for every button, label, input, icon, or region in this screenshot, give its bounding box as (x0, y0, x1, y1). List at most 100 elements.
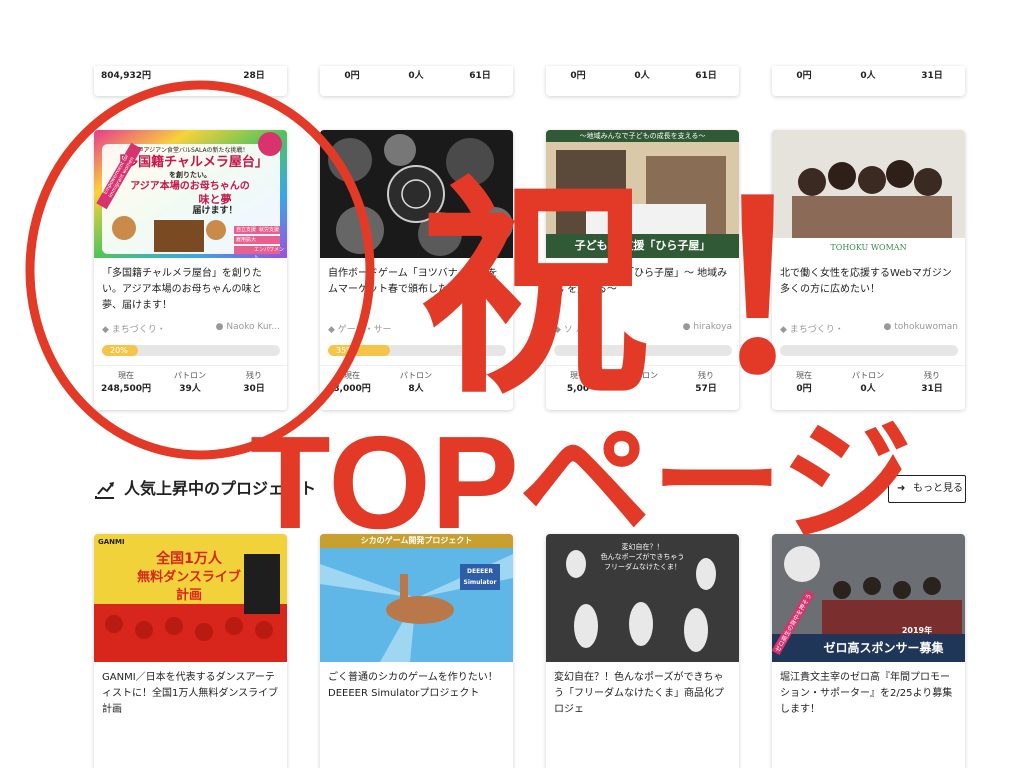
category-label: まちづくり・ (789, 325, 844, 335)
project-title[interactable]: 変幻自在？！色んなポーズができちゃう「フリーダムなけたくま」商品化プロジェ (554, 670, 732, 718)
project-meta: ◆ まちづくり・ ● tohokuwoman (780, 322, 958, 336)
thumbnail-year: 2019年 (901, 626, 933, 635)
stat-remaining-value: 61日 (469, 71, 491, 81)
project-card-top-1[interactable]: 804,932円 28日 (94, 66, 287, 96)
stat-current-label: 現在 (796, 371, 812, 380)
project-stats: 現在 0円 パトロン 0人 残り 31日 (772, 370, 965, 410)
category-label: まちづくり・ (111, 325, 166, 335)
thumbnail-tag: 雇用拡大 (236, 237, 257, 243)
thumbnail-caption: 子ども学 支援「ひら子屋」 (574, 239, 711, 252)
divider (546, 365, 739, 366)
stat-current-value: 0円 (796, 71, 812, 81)
project-card[interactable]: 自作ボードゲーム「ヨツバナイツ」を ムマーケット春で頒布したい ◆ ゲーム・サー… (320, 130, 513, 410)
thumbnail-banner: シカのゲーム開発プロジェクト (360, 536, 473, 545)
stat-current-value: 0円 (570, 71, 586, 81)
project-owner[interactable]: ● Naoko Kur... (216, 322, 280, 332)
stat-remaining-value: 31日 (921, 71, 943, 81)
stat-patrons-label: パトロン (399, 371, 433, 380)
thumbnail-caption: ゼロ高スポンサー募集 (823, 641, 944, 655)
project-card-top-4[interactable]: 0円 0人 31日 (772, 66, 965, 96)
project-thumbnail[interactable]: TOHOKU WOMAN (772, 130, 965, 258)
thumbnail-logo: DEEEER Simulator (463, 568, 497, 586)
deeeer-simulator-image (320, 534, 513, 662)
thumbnail-heading: 無料ダンスライブ (137, 570, 241, 585)
category-label: ゲーム・サー (337, 325, 392, 335)
project-card[interactable]: 変幻自在？！ 色んなポーズができちゃう フリーダムなけたくま！ 変幻自在？！色ん… (546, 534, 739, 768)
user-icon: ● (883, 322, 895, 332)
stat-remaining-value: 61日 (695, 71, 717, 81)
divider (772, 365, 965, 366)
stat-remaining-value: 31日 (921, 384, 943, 394)
thumbnail-heading: 計画 (175, 588, 202, 603)
project-title[interactable]: GANMI／日本を代表するダンスアーティストに！全国1万人無料ダンスライブ計画 (102, 670, 280, 718)
project-card[interactable]: 神戸アジアン食堂バルSALAの新たな挑戦！ 「多国籍チャルメラ屋台」 を創りたい… (94, 130, 287, 410)
user-icon: ● (682, 322, 694, 332)
project-title[interactable]: 「多国籍チャルメラ屋台」を創りたい。アジア本場のお母ちゃんの味と夢、届けます！ (102, 266, 280, 314)
project-category[interactable]: ◆ ソ ルグ (554, 322, 594, 335)
trending-up-icon (95, 482, 114, 499)
project-thumbnail[interactable]: GANMI 全国1万人 無料ダンスライブ 計画 (94, 534, 287, 662)
project-title[interactable]: 北で働く女性を応援するWebマガジン 多くの方に広めたい！ (780, 266, 958, 298)
project-card[interactable]: TOHOKU WOMAN 北で働く女性を応援するWebマガジン 多くの方に広めた… (772, 130, 965, 410)
progress-bar: 20% (102, 345, 280, 356)
arrow-right-icon: ➜ (897, 483, 906, 494)
project-stats: 現在 5,00 パトロン 残り 57日 (546, 370, 739, 410)
project-card[interactable]: GANMI 全国1万人 無料ダンスライブ 計画 GANMI／日本を代表するダンス… (94, 534, 287, 768)
project-category[interactable]: ◆ まちづくり・ (780, 322, 844, 335)
owner-label: tohokuwoman (894, 322, 958, 332)
project-thumbnail[interactable] (320, 130, 513, 258)
stat-remaining-label: 残り (924, 371, 940, 380)
project-thumbnail[interactable]: 神戸アジアン食堂バルSALAの新たな挑戦！ 「多国籍チャルメラ屋台」 を創りたい… (94, 130, 287, 258)
thumbnail-tag: エンパワメント (254, 247, 285, 258)
see-more-button[interactable]: ➜ もっと見る (888, 475, 966, 503)
stat-patrons-value: 8人 (408, 384, 424, 394)
project-thumbnail[interactable]: 変幻自在？！ 色んなポーズができちゃう フリーダムなけたくま！ (546, 534, 739, 662)
category-label: ソ ルグ (563, 325, 594, 335)
project-card-top-2[interactable]: 0円 0人 61日 (320, 66, 513, 96)
progress-percent: 35% (336, 346, 354, 355)
progress-percent: 20% (110, 346, 128, 355)
thumbnail-banner: 〜地域みんなで子どもの成長を支える〜 (579, 132, 706, 140)
section-title: 人気上昇中のプロジェクト (124, 479, 317, 498)
stat-patrons-value: 0人 (860, 384, 876, 394)
tag-icon: ◆ (554, 325, 564, 335)
stat-patrons-label: パトロン (173, 371, 207, 380)
project-card-top-3[interactable]: 0円 0人 61日 (546, 66, 739, 96)
stat-remaining-label: 残り (698, 371, 714, 380)
stat-current-value: 8,000円 (333, 384, 371, 394)
stat-remaining-value: 28日 (243, 71, 265, 81)
project-thumbnail[interactable]: 2019年 ゼロ高スポンサー募集 ゼロ高生の背中を押そう (772, 534, 965, 662)
thumbnail-line: アジア本場のお母ちゃんの (130, 181, 250, 192)
project-category[interactable]: ◆ まちづくり・ (102, 322, 166, 335)
stat-remaining-label: 残り (472, 371, 488, 380)
thumbnail-line: フリーダムなけたくま！ (604, 563, 681, 571)
project-title[interactable]: 堀江貴文主宰のゼロ高『年間プロモーション・サポーター』を2/25より募集します！ (780, 670, 958, 718)
progress-bar (554, 345, 732, 356)
stat-current-value: 0円 (344, 71, 360, 81)
stat-remaining-value: 57日 (695, 384, 717, 394)
tag-icon: ◆ (328, 325, 338, 335)
project-thumbnail[interactable]: 〜地域みんなで子どもの成長を支える〜 子ども学 支援「ひら子屋」 (546, 130, 739, 258)
project-thumbnail[interactable]: シカのゲーム開発プロジェクト DEEEER Simulator (320, 534, 513, 662)
project-title[interactable]: 子ども学習支援「ひら子屋」〜 地域みん を支える〜 (554, 266, 732, 298)
progress-bar: 35% (328, 345, 506, 356)
project-card[interactable]: 〜地域みんなで子どもの成長を支える〜 子ども学 支援「ひら子屋」 子ども学習支援… (546, 130, 739, 410)
project-meta: ◆ ゲーム・サー (328, 322, 506, 336)
stat-patrons-label: パトロン (625, 371, 659, 380)
stat-remaining-label: 残り (246, 371, 262, 380)
project-owner[interactable]: ● tohokuwoman (884, 322, 958, 332)
thumbnail-tag: 就労支援 (259, 227, 280, 233)
project-card[interactable]: 2019年 ゼロ高スポンサー募集 ゼロ高生の背中を押そう 堀江貴文主宰のゼロ高『… (772, 534, 965, 768)
project-owner[interactable]: ● hirakoya (683, 322, 732, 332)
project-category[interactable]: ◆ ゲーム・サー (328, 322, 392, 335)
owner-label: Naoko Kur... (226, 322, 280, 332)
project-title[interactable]: 自作ボードゲーム「ヨツバナイツ」を ムマーケット春で頒布したい (328, 266, 506, 298)
project-stats: 現在 8,000円 パトロン 8人 残り (320, 370, 513, 410)
thumbnail-line: 届けます！ (192, 206, 238, 216)
project-title[interactable]: ごく普通のシカのゲームを作りたい！ DEEEER Simulatorプロジェクト (328, 670, 506, 702)
project-meta: ◆ ソ ルグ ● hirakoya (554, 322, 732, 336)
thumbnail-tag: 自立支援 (236, 227, 257, 233)
thumbnail-heading: 全国1万人 (156, 551, 222, 567)
project-card[interactable]: シカのゲーム開発プロジェクト DEEEER Simulator ごく普通のシカの… (320, 534, 513, 768)
thumbnail-line: 色んなポーズができちゃう (600, 553, 685, 561)
